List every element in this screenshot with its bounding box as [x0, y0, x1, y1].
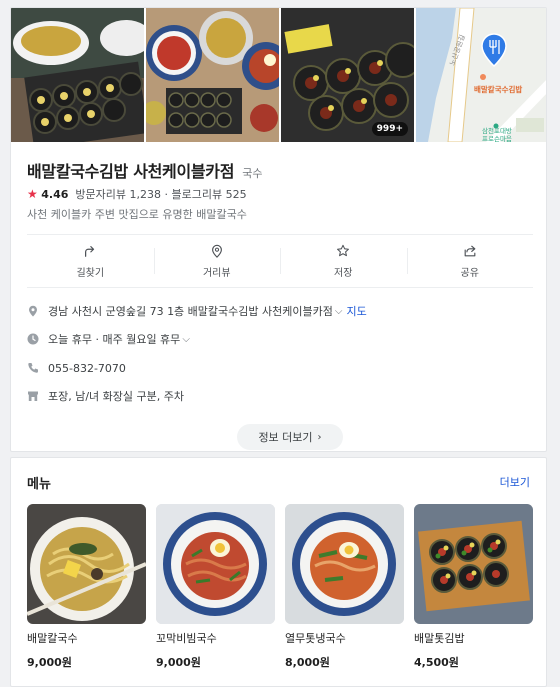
- menu-item-image: [414, 504, 533, 624]
- map-pin-label: 배말칼국수김밥: [474, 84, 522, 94]
- menu-item[interactable]: 배말톳김밥 4,500원: [414, 504, 533, 670]
- separator-dot: ·: [164, 188, 169, 201]
- menu-card: 메뉴 더보기 배말칼국수 9,000원 꼬막비빔국수 9,000원 열무톳냉국수…: [10, 457, 547, 687]
- rating-value: 4.46: [41, 188, 69, 201]
- menu-item-name: 열무톳냉국수: [285, 632, 346, 645]
- blog-reviews-link[interactable]: 블로그리뷰 525: [172, 188, 247, 201]
- menu-item-image: [285, 504, 404, 624]
- street-view-label: 거리뷰: [202, 267, 231, 279]
- menu-item-name: 배말톳김밥: [414, 632, 465, 645]
- chevron-down-icon[interactable]: ⌵: [335, 306, 343, 317]
- kimbap-closeup-photo[interactable]: 999+: [281, 8, 414, 142]
- map-link[interactable]: 지도: [346, 303, 366, 319]
- place-card: 999+ 노산공원길 배말칼국수김밥 삼천포대방 프로슨마음 배말칼국수김밥 사…: [10, 7, 547, 452]
- directions-button[interactable]: 길찾기: [27, 235, 154, 287]
- menu-list: 배말칼국수 9,000원 꼬막비빔국수 9,000원 열무톳냉국수 8,000원…: [27, 504, 533, 670]
- action-bar: 길찾기 거리뷰 저장 공유: [27, 234, 533, 288]
- menu-item-price: 4,500원: [414, 656, 459, 669]
- phone-icon: [28, 363, 39, 373]
- place-title-row: 배말칼국수김밥 사천케이블카점 국수: [27, 158, 263, 182]
- more-info-label: 정보 더보기: [258, 431, 313, 444]
- amenities-row: 포장, 남/녀 화장실 구분, 주차: [27, 387, 533, 405]
- menu-item[interactable]: 열무톳냉국수 8,000원: [285, 504, 404, 670]
- rating-row: ★ 4.46 방문자리뷰 1,238 · 블로그리뷰 525: [27, 186, 247, 202]
- map-thumbnail[interactable]: 노산공원길 배말칼국수김밥 삼천포대방 프로슨마음: [416, 8, 546, 142]
- street-view-icon: [211, 244, 222, 258]
- photo-count-badge: 999+: [371, 122, 408, 136]
- menu-item-name: 꼬막비빔국수: [156, 632, 217, 645]
- hours-chevron-down-icon[interactable]: ⌵: [182, 334, 190, 345]
- menu-item-name: 배말칼국수: [27, 632, 78, 645]
- menu-title: 메뉴: [27, 477, 51, 492]
- place-name[interactable]: 배말칼국수김밥 사천케이블카점: [27, 162, 234, 181]
- save-label: 저장: [334, 267, 353, 279]
- table-spread-photo[interactable]: [146, 8, 279, 142]
- location-pin-icon: [29, 305, 37, 317]
- address-text[interactable]: 경남 사천시 군영숲길 73 1층 배말칼국수김밥 사천케이블카점: [48, 303, 333, 319]
- place-description: 사천 케이블카 주변 맛집으로 유명한 배말칼국수: [27, 208, 247, 221]
- save-button[interactable]: 저장: [280, 235, 407, 287]
- amenities-text: 포장, 남/녀 화장실 구분, 주차: [48, 390, 185, 403]
- menu-item-image: [27, 504, 146, 624]
- hours-row: 오늘 휴무 · 매주 월요일 휴무 ⌵: [27, 330, 533, 348]
- share-label: 공유: [460, 267, 479, 279]
- rating-star-icon: ★: [27, 187, 38, 201]
- svg-text:프로슨마음: 프로슨마음: [482, 134, 512, 142]
- svg-text:삼천포대방: 삼천포대방: [482, 126, 512, 135]
- photo-strip: 999+ 노산공원길 배말칼국수김밥 삼천포대방 프로슨마음: [11, 8, 546, 142]
- directions-label: 길찾기: [76, 267, 105, 279]
- directions-icon: [85, 245, 95, 257]
- menu-item[interactable]: 배말칼국수 9,000원: [27, 504, 146, 670]
- phone-number[interactable]: 055-832-7070: [48, 362, 126, 375]
- share-icon: [464, 245, 476, 256]
- place-category: 국수: [242, 167, 263, 180]
- share-button[interactable]: 공유: [406, 235, 534, 287]
- menu-item-image: [156, 504, 275, 624]
- phone-row: 055-832-7070: [27, 359, 533, 377]
- menu-item-price: 9,000원: [27, 656, 72, 669]
- chevron-right-icon: ›: [317, 431, 322, 443]
- menu-more-link[interactable]: 더보기: [500, 474, 530, 490]
- hours-text[interactable]: 오늘 휴무 · 매주 월요일 휴무: [48, 331, 180, 347]
- clock-icon: [27, 333, 39, 345]
- noodle-kimbap-photo[interactable]: [11, 8, 144, 142]
- address-row: 경남 사천시 군영숲길 73 1층 배말칼국수김밥 사천케이블카점 ⌵ 지도: [27, 302, 533, 320]
- menu-item[interactable]: 꼬막비빔국수 9,000원: [156, 504, 275, 670]
- visitor-reviews-link[interactable]: 방문자리뷰 1,238: [75, 188, 161, 201]
- menu-item-price: 8,000원: [285, 656, 330, 669]
- street-view-button[interactable]: 거리뷰: [153, 235, 281, 287]
- menu-item-price: 9,000원: [156, 656, 201, 669]
- star-icon: [337, 244, 350, 256]
- store-icon: [28, 391, 38, 401]
- more-info-button[interactable]: 정보 더보기 ›: [237, 424, 343, 450]
